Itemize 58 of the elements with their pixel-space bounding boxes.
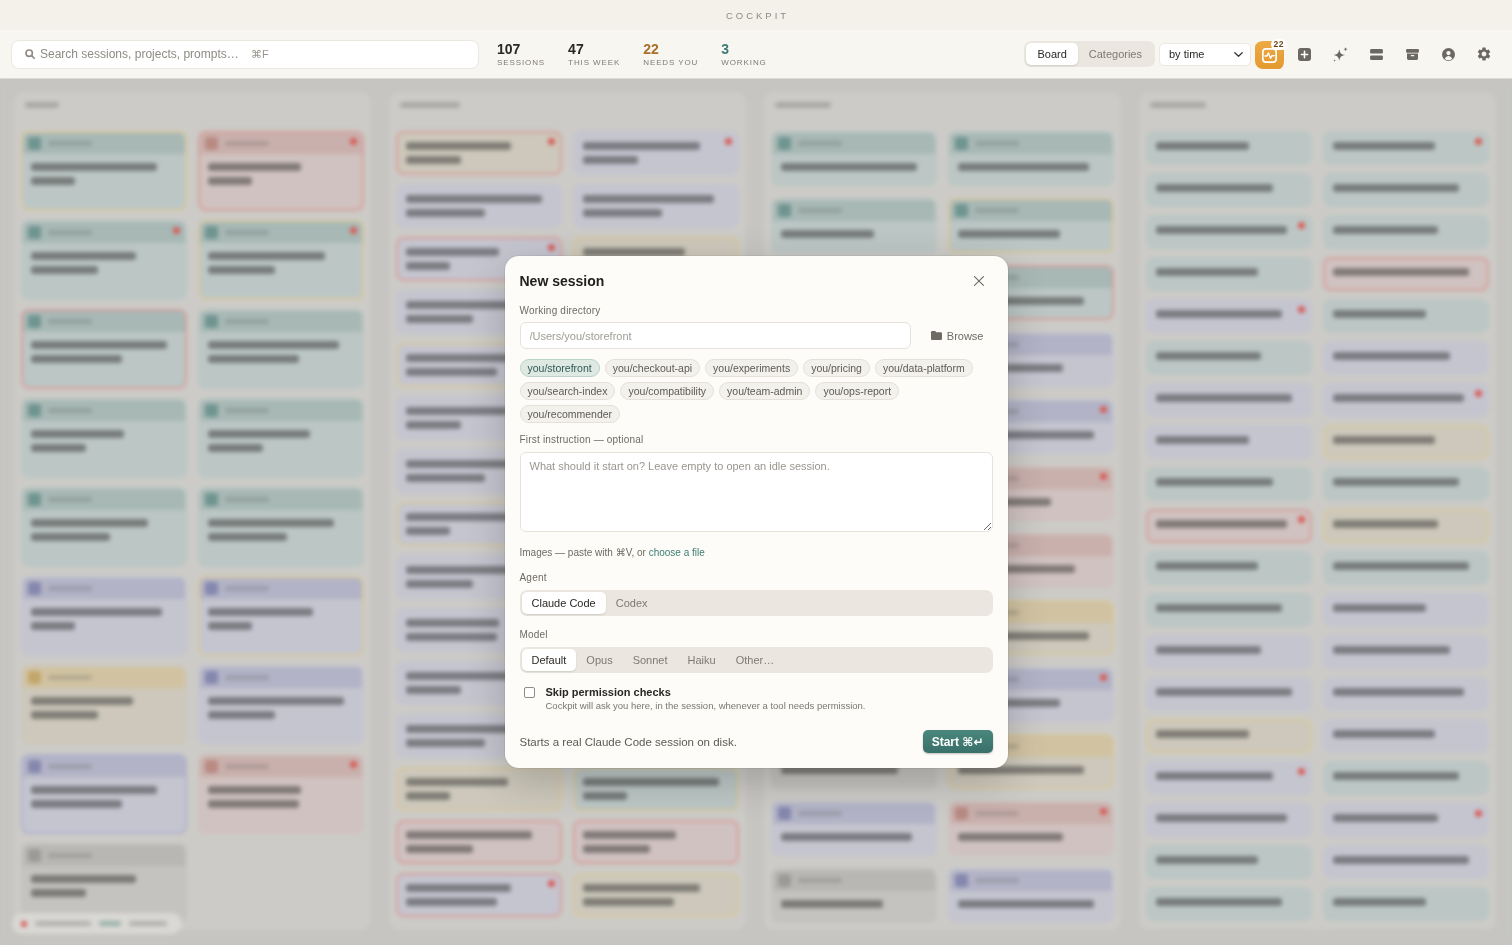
stat-value: 47 bbox=[568, 40, 585, 57]
instruction-field[interactable]: What should it start on? Leave empty to open an idle session. bbox=[519, 452, 993, 532]
images-hint: Images — paste with ⌘V, or choose a file bbox=[519, 547, 706, 559]
project-chip[interactable]: you/compatibility bbox=[620, 382, 715, 400]
dialog-title: New session bbox=[519, 272, 605, 290]
project-chip[interactable]: you/recommender bbox=[519, 405, 621, 423]
model-option[interactable]: Haiku bbox=[677, 649, 726, 671]
model-option[interactable]: Sonnet bbox=[622, 649, 678, 671]
shortcut-hint: ⌘F bbox=[251, 47, 269, 61]
project-chip[interactable]: you/search-index bbox=[519, 382, 616, 400]
agent-option[interactable]: Codex bbox=[605, 592, 658, 614]
view-tab[interactable]: Board bbox=[1026, 43, 1078, 65]
footer-note: Starts a real Claude Code session on disk. bbox=[519, 735, 737, 748]
window-title: COCKPIT bbox=[724, 9, 790, 21]
model-option[interactable]: Opus bbox=[576, 649, 623, 671]
rows-icon[interactable] bbox=[1369, 48, 1383, 60]
field-label: Agent bbox=[519, 572, 548, 584]
stat-value: 3 bbox=[721, 40, 731, 57]
project-chip[interactable]: you/team-admin bbox=[719, 382, 811, 400]
model-option[interactable]: Default bbox=[521, 649, 577, 671]
field-label: Working directory bbox=[519, 305, 602, 317]
stat-label: WORKING bbox=[721, 57, 767, 68]
project-chip[interactable]: you/experiments bbox=[705, 359, 799, 377]
archive-box-icon[interactable] bbox=[1405, 48, 1419, 60]
project-chip[interactable]: you/ops-report bbox=[815, 382, 900, 400]
model-option[interactable]: Other… bbox=[725, 649, 785, 671]
stat-label: SESSIONS bbox=[497, 57, 546, 68]
activity-button[interactable]: 22 bbox=[1255, 39, 1287, 69]
browse-button[interactable]: Browse bbox=[921, 323, 993, 348]
start-button[interactable]: Start ⌘↵ bbox=[922, 730, 993, 753]
stat-label: NEEDS YOU bbox=[643, 57, 699, 68]
sparkle-icon[interactable] bbox=[1332, 46, 1348, 62]
project-chip[interactable]: you/pricing bbox=[803, 359, 870, 377]
directory-field[interactable]: /Users/you/storefront bbox=[519, 322, 911, 349]
caret-icon bbox=[1234, 51, 1243, 57]
stat-value: 107 bbox=[497, 40, 522, 57]
choose-file-link[interactable]: choose a file bbox=[648, 547, 705, 558]
close-icon[interactable] bbox=[973, 276, 984, 286]
folder-icon bbox=[930, 331, 942, 340]
stat-value: 22 bbox=[643, 40, 660, 57]
settings-icon[interactable] bbox=[1476, 46, 1492, 62]
search-icon bbox=[25, 48, 35, 59]
checkbox-label: Skip permission checks bbox=[545, 686, 672, 699]
checkbox-description: Cockpit will ask you here, in the session, whenever a tool needs permission. bbox=[545, 700, 866, 712]
plus-square-icon[interactable] bbox=[1297, 47, 1311, 61]
project-chip[interactable]: you/storefront bbox=[519, 359, 600, 377]
field-label: First instruction — optional bbox=[519, 434, 645, 446]
checkbox[interactable] bbox=[523, 687, 535, 698]
sort-select[interactable]: by time bbox=[1159, 42, 1251, 66]
notification-badge: 22 bbox=[1270, 39, 1287, 50]
pulse-icon bbox=[1262, 47, 1277, 63]
view-tab[interactable]: Categories bbox=[1077, 43, 1153, 65]
project-chip[interactable]: you/data-platform bbox=[874, 359, 973, 377]
user-circle-icon[interactable] bbox=[1441, 47, 1455, 61]
stat-label: THIS WEEK bbox=[568, 57, 621, 68]
agent-option[interactable]: Claude Code bbox=[521, 592, 606, 614]
field-label: Model bbox=[519, 629, 549, 641]
project-chip[interactable]: you/checkout-api bbox=[604, 359, 701, 377]
